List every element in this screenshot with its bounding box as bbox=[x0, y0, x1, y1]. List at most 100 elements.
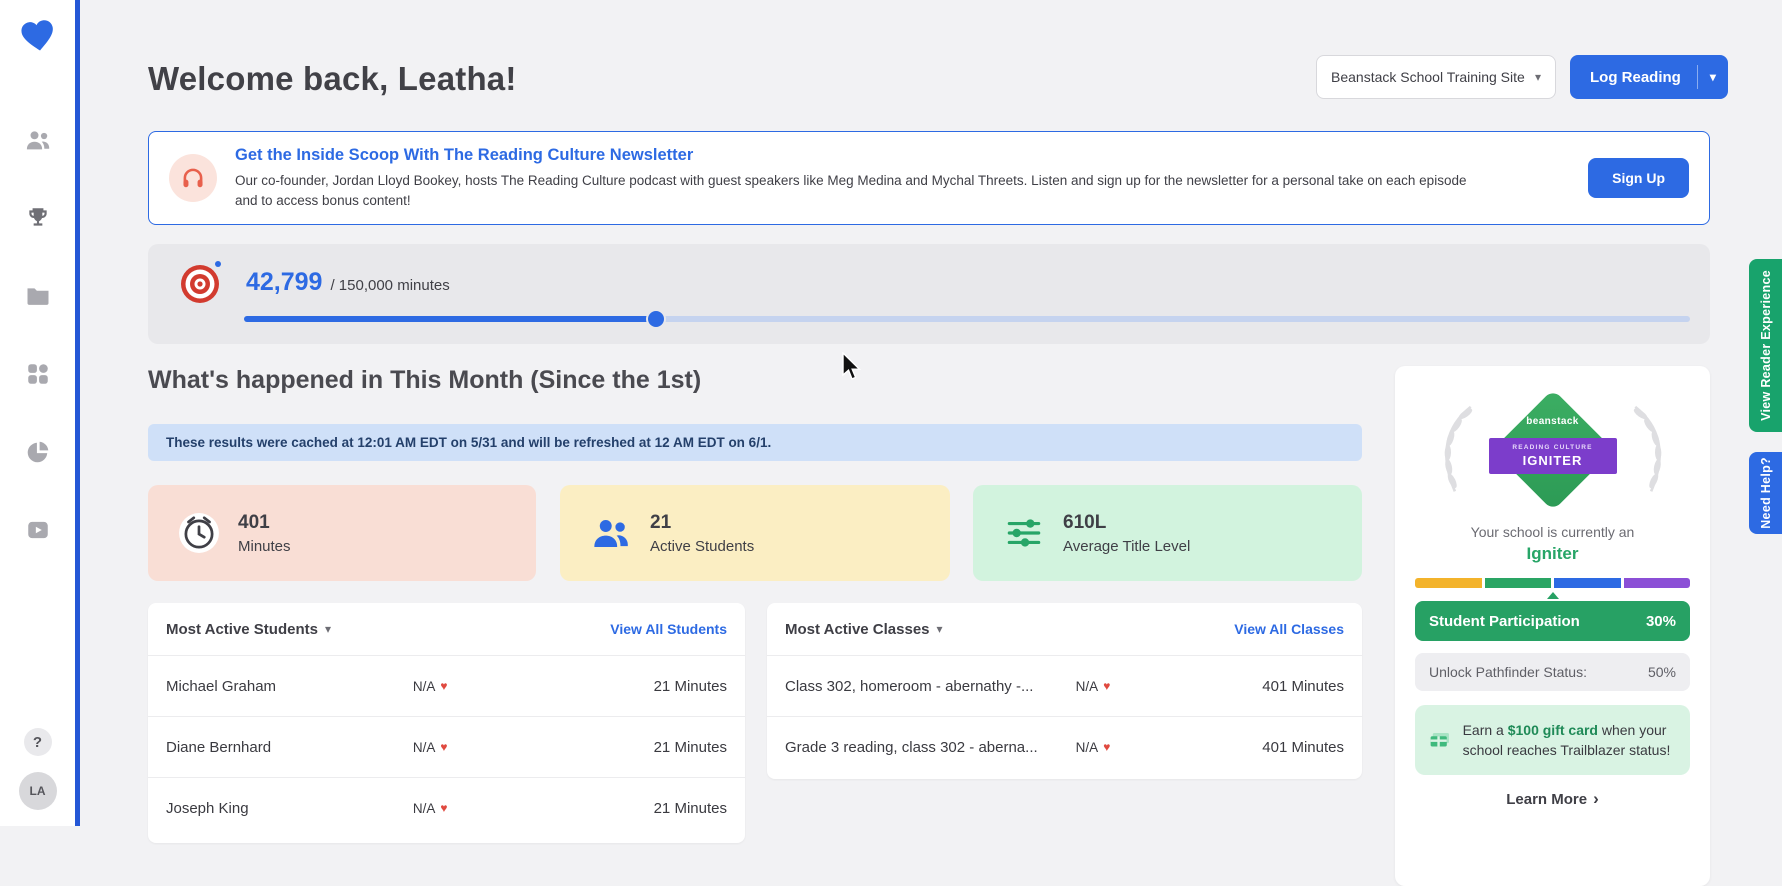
chevron-down-icon: ▾ bbox=[1709, 70, 1716, 84]
badge-text: N/A bbox=[412, 800, 436, 816]
students-table-title-dropdown[interactable]: Most Active Students ▾ bbox=[166, 621, 331, 638]
clock-icon bbox=[179, 513, 219, 553]
most-active-students-card: Most Active Students ▾ View All Students… bbox=[148, 603, 745, 843]
sign-up-button[interactable]: Sign Up bbox=[1588, 158, 1689, 198]
tier-segment-trailblazer bbox=[1554, 578, 1621, 588]
class-name: Grade 3 reading, class 302 - aberna... bbox=[785, 738, 1038, 756]
stat-label: Active Students bbox=[650, 537, 755, 555]
stat-label: Average Title Level bbox=[1063, 537, 1191, 555]
class-row[interactable]: Grade 3 reading, class 302 - aberna... N… bbox=[767, 716, 1362, 777]
heart-icon: ♥ bbox=[440, 679, 448, 693]
school-status-panel: beanstack READING CULTURE IGNITER Your s… bbox=[1395, 366, 1710, 886]
tier-pointer-icon bbox=[1547, 592, 1559, 599]
promo-text: Earn a $100 gift card when your school r… bbox=[1463, 720, 1676, 761]
level-badge: N/A ♥ bbox=[1076, 740, 1188, 755]
heart-icon: ♥ bbox=[1103, 740, 1111, 754]
newsletter-body: Our co-founder, Jordan Lloyd Bookey, hos… bbox=[235, 172, 1467, 208]
promo-pre: Earn a bbox=[1462, 721, 1504, 738]
student-participation-banner: Student Participation 30% bbox=[1415, 601, 1690, 641]
sidebar-bottom: ? LA bbox=[18, 728, 57, 810]
participation-value: 30% bbox=[1645, 612, 1676, 630]
site-selector-label: Beanstack School Training Site bbox=[1331, 69, 1525, 85]
table-title: Most Active Students bbox=[166, 620, 318, 638]
heart-logo-icon bbox=[20, 20, 53, 51]
classes-table-title-dropdown[interactable]: Most Active Classes ▾ bbox=[785, 621, 943, 638]
newsletter-banner: Get the Inside Scoop With The Reading Cu… bbox=[148, 131, 1710, 225]
log-reading-button[interactable]: Log Reading ▾ bbox=[1570, 55, 1728, 99]
status-name: Igniter bbox=[1526, 544, 1579, 563]
sidebar-item-videos[interactable] bbox=[21, 513, 55, 547]
status-prefix: Your school is currently an bbox=[1470, 524, 1635, 540]
laurel-right-icon bbox=[1633, 405, 1661, 492]
tier-segment-luminary bbox=[1623, 578, 1690, 588]
newsletter-title: Get the Inside Scoop With The Reading Cu… bbox=[235, 145, 694, 164]
badge-text: N/A bbox=[1075, 739, 1099, 755]
chevron-right-icon: › bbox=[1593, 789, 1599, 808]
table-title: Most Active Classes bbox=[785, 620, 930, 638]
gift-card-promo: Earn a $100 gift card when your school r… bbox=[1415, 705, 1690, 775]
sidebar-item-reports[interactable] bbox=[21, 435, 55, 469]
badge-ribbon-line1: READING CULTURE bbox=[1512, 444, 1593, 451]
view-all-students-link[interactable]: View All Students bbox=[610, 621, 727, 637]
level-badge: N/A ♥ bbox=[413, 740, 548, 755]
chevron-down-icon: ▾ bbox=[936, 622, 943, 636]
badge-text: N/A bbox=[412, 739, 436, 755]
most-active-classes-card: Most Active Classes ▾ View All Classes C… bbox=[767, 603, 1362, 779]
stat-label: Minutes bbox=[238, 537, 291, 555]
chevron-down-icon: ▾ bbox=[1534, 70, 1541, 84]
headphones-icon bbox=[183, 168, 203, 188]
sidebar-item-awards[interactable] bbox=[21, 201, 55, 235]
class-row[interactable]: Class 302, homeroom - abernathy -... N/A… bbox=[767, 655, 1362, 716]
tier-segment-pathfinder bbox=[1484, 578, 1551, 588]
videos-icon bbox=[27, 521, 48, 539]
beanstack-logo[interactable] bbox=[20, 18, 56, 59]
badge-ribbon: READING CULTURE IGNITER bbox=[1488, 438, 1617, 474]
progress-knob[interactable] bbox=[648, 311, 665, 327]
need-help-tab[interactable]: Need Help? bbox=[1749, 452, 1782, 534]
heart-icon: ♥ bbox=[440, 801, 448, 815]
newsletter-text: Get the Inside Scoop With The Reading Cu… bbox=[235, 146, 1564, 210]
unlock-status-row: Unlock Pathfinder Status: 50% bbox=[1415, 653, 1690, 691]
minutes-goal-label: / 150,000 minutes bbox=[330, 276, 450, 294]
progress-bar-track bbox=[244, 311, 1690, 327]
student-minutes: 21 Minutes bbox=[653, 677, 727, 695]
student-name: Joseph King bbox=[166, 799, 249, 817]
reading-goal-progress-card: 42,799 / 150,000 minutes bbox=[148, 244, 1710, 344]
active-students-icon bbox=[594, 520, 628, 547]
student-minutes: 21 Minutes bbox=[653, 738, 727, 756]
sidebar-nav bbox=[21, 123, 55, 547]
awards-icon bbox=[28, 208, 47, 226]
student-name: Michael Graham bbox=[166, 677, 277, 695]
heart-icon: ♥ bbox=[440, 740, 448, 754]
student-row[interactable]: Joseph King N/A ♥ 21 Minutes bbox=[148, 777, 745, 838]
title-level-stat-card: 610L Average Title Level bbox=[973, 485, 1362, 581]
student-name: Diane Bernhard bbox=[166, 738, 272, 756]
igniter-badge: beanstack READING CULTURE IGNITER bbox=[1478, 388, 1628, 512]
user-avatar[interactable]: LA bbox=[18, 772, 57, 810]
apps-icon bbox=[27, 364, 48, 384]
site-selector-dropdown[interactable]: Beanstack School Training Site ▾ bbox=[1316, 55, 1556, 99]
badge-text: N/A bbox=[412, 678, 436, 694]
student-row[interactable]: Diane Bernhard N/A ♥ 21 Minutes bbox=[148, 716, 745, 777]
help-icon[interactable]: ? bbox=[23, 728, 52, 756]
minutes-read-value: 42,799 bbox=[246, 267, 323, 296]
level-badge: N/A ♥ bbox=[1076, 679, 1188, 694]
view-all-classes-link[interactable]: View All Classes bbox=[1234, 621, 1344, 637]
sidebar-item-students[interactable] bbox=[21, 123, 55, 157]
badge-ribbon-line2: IGNITER bbox=[1522, 453, 1583, 468]
igniter-badge-area: beanstack READING CULTURE IGNITER bbox=[1415, 386, 1690, 514]
view-reader-experience-tab[interactable]: View Reader Experience bbox=[1749, 259, 1782, 432]
mouse-cursor bbox=[842, 352, 862, 380]
cache-notice-banner: These results were cached at 12:01 AM ED… bbox=[148, 424, 1362, 461]
tier-segment-igniter bbox=[1415, 578, 1482, 588]
class-minutes: 401 Minutes bbox=[1262, 738, 1344, 756]
class-minutes: 401 Minutes bbox=[1262, 677, 1344, 695]
active-students-stat-card: 21 Active Students bbox=[560, 485, 950, 581]
sidebar-item-folders[interactable] bbox=[21, 279, 55, 313]
edge-tab-label: View Reader Experience bbox=[1758, 270, 1773, 421]
learn-more-link[interactable]: Learn More › bbox=[1415, 789, 1690, 809]
sidebar-item-apps[interactable] bbox=[21, 357, 55, 391]
student-row[interactable]: Michael Graham N/A ♥ 21 Minutes bbox=[148, 655, 745, 716]
level-badge: N/A ♥ bbox=[413, 679, 548, 694]
edge-tab-label: Need Help? bbox=[1758, 457, 1773, 529]
